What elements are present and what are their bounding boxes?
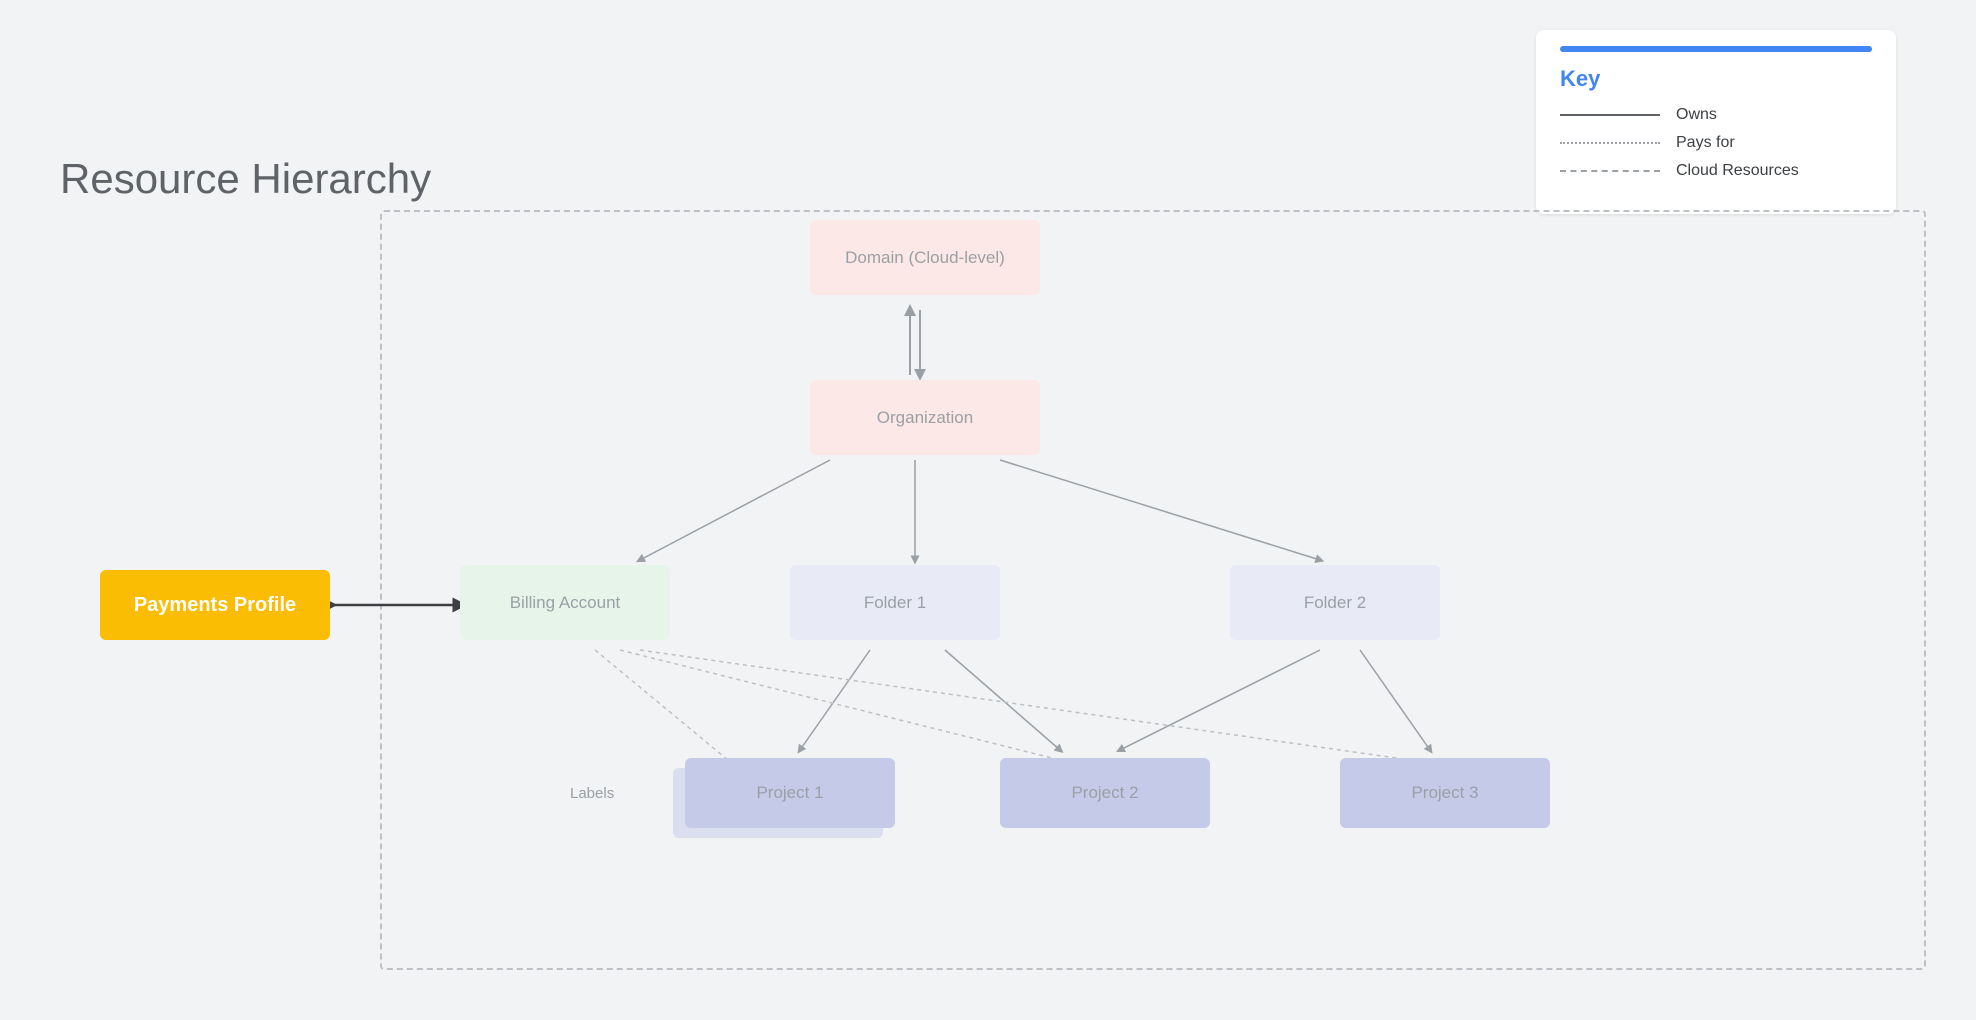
key-row-dashed: Cloud Resources	[1560, 162, 1872, 180]
folder2-node: Folder 2	[1230, 565, 1440, 640]
domain-node: Domain (Cloud-level)	[810, 220, 1040, 295]
key-label-cloud: Cloud Resources	[1676, 162, 1799, 180]
project3-node: Project 3	[1340, 758, 1550, 828]
key-line-dotted	[1560, 142, 1660, 144]
labels-text: Labels	[570, 785, 614, 802]
folder1-node: Folder 1	[790, 565, 1000, 640]
key-label-pays: Pays for	[1676, 134, 1735, 152]
organization-node: Organization	[810, 380, 1040, 455]
diagram: Domain (Cloud-level) Organization Billin…	[40, 180, 1936, 1000]
key-line-solid	[1560, 114, 1660, 116]
key-row-solid: Owns	[1560, 106, 1872, 124]
key-label-owns: Owns	[1676, 106, 1717, 124]
project1-node: Project 1	[685, 758, 895, 828]
project2-node: Project 2	[1000, 758, 1210, 828]
payments-profile-node: Payments Profile	[100, 570, 330, 640]
key-title: Key	[1560, 66, 1872, 92]
billing-account-node: Billing Account	[460, 565, 670, 640]
key-blue-bar	[1560, 46, 1872, 52]
key-line-dashed	[1560, 170, 1660, 172]
key-row-dotted: Pays for	[1560, 134, 1872, 152]
